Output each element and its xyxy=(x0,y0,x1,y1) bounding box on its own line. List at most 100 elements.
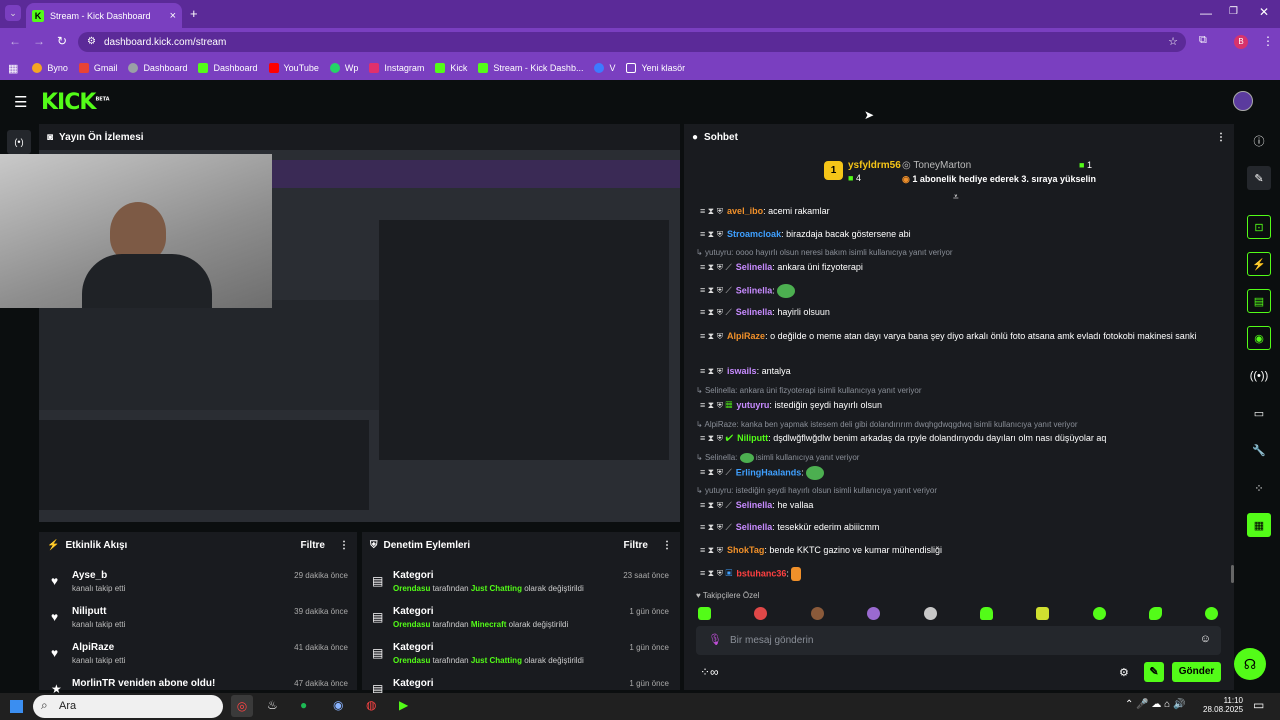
activity-item[interactable]: ♥ Ayse_b kanalı takip etti 29 dakika önce xyxy=(39,568,357,604)
spotify-app-icon[interactable]: ● xyxy=(300,698,307,712)
activity-filter-button[interactable]: Filtre xyxy=(301,540,325,551)
user-avatar[interactable] xyxy=(1233,91,1253,111)
bookmark-folder[interactable]: Yeni klasör xyxy=(626,63,685,73)
chat-scrollbar[interactable] xyxy=(1231,565,1234,583)
emote-7-icon[interactable] xyxy=(1036,607,1049,620)
stream-rail-icon[interactable]: (•) xyxy=(7,130,31,154)
minimize-icon[interactable]: — xyxy=(1200,6,1212,20)
monitor-rail-icon[interactable]: ▭ xyxy=(1247,401,1271,425)
streamer-face xyxy=(110,202,166,262)
hamburger-menu-icon[interactable]: ☰ xyxy=(14,93,27,111)
emote-4-icon[interactable] xyxy=(867,607,880,620)
activity-menu-icon[interactable]: ⋮ xyxy=(339,540,349,551)
chat-message[interactable]: ≡ ⧗ ⛨ ⟋ Selinella: ankara üni fizyoterapi xyxy=(700,262,1220,273)
close-window-icon[interactable]: ✕ xyxy=(1259,5,1269,19)
chat-message[interactable]: ≡ ⧗ ⛨ ⟋ ErlingHaalands: xyxy=(700,466,1220,480)
emote-1-icon[interactable] xyxy=(698,607,711,620)
emote-10-icon[interactable] xyxy=(1205,607,1218,620)
close-tab-icon[interactable]: × xyxy=(170,10,176,22)
kick-points-icon[interactable]: ⁘∞ xyxy=(700,665,719,679)
windows-start-icon[interactable] xyxy=(10,700,23,713)
chat-message[interactable]: ≡ ⧗ ⛨ avel_ibo: acemi rakamlar xyxy=(700,206,1220,217)
chat-message[interactable]: ≡ ⧗ ⛨ Stroamcloak: birazdaja bacak göster… xyxy=(700,229,1220,240)
active-tab[interactable]: K Stream - Kick Dashboard × xyxy=(26,3,182,28)
chat-message[interactable]: ≡ ⧗ ⛨ iswails: antalya xyxy=(700,366,1220,377)
taskbar-search[interactable]: ⌕ Ara xyxy=(33,695,223,718)
system-tray-icons[interactable]: ⌃ 🎤 ☁ ⌂ 🔊 xyxy=(1125,699,1185,710)
info-icon[interactable]: ⓘ xyxy=(1247,129,1271,153)
apps-grid-icon[interactable]: ▦ xyxy=(8,62,18,75)
bookmark-byno[interactable]: Byno xyxy=(32,63,68,73)
forward-icon[interactable]: → xyxy=(33,34,45,48)
bookmark-wp[interactable]: Wp xyxy=(329,63,358,73)
extensions-icon[interactable]: ⧉ xyxy=(1199,34,1207,47)
bookmark-v[interactable]: V xyxy=(594,63,615,73)
app-6-icon[interactable]: ▶ xyxy=(399,698,408,712)
activity-item[interactable]: ♥ Niliputt kanalı takip etti 39 dakika önce xyxy=(39,604,357,640)
lightning-rail-icon[interactable]: ⚡ xyxy=(1247,252,1271,276)
chat-menu-icon[interactable]: ⋮ xyxy=(1216,132,1226,143)
site-info-icon[interactable]: ⚙ xyxy=(87,36,96,47)
collapse-leaderboard-icon[interactable]: ⩡ xyxy=(953,192,959,203)
apps-rail-icon[interactable]: ⁘ xyxy=(1247,476,1271,500)
chat-rail-icon[interactable]: ◉ xyxy=(1247,326,1271,350)
notifications-icon[interactable]: ▭ xyxy=(1253,698,1264,712)
bookmark-youtube[interactable]: YouTube xyxy=(268,63,319,73)
bookmark-dashboard-2[interactable]: Dashboard xyxy=(198,63,258,73)
bookmark-stream-kick[interactable]: Stream - Kick Dashb... xyxy=(478,63,583,73)
clapper-rail-icon[interactable]: ▦ xyxy=(1247,513,1271,537)
chat-message[interactable]: ≡ ⧗ ⛨ ✔ Niliputt: dşdlwğflwğdlw benim ark… xyxy=(700,433,1220,444)
bookmark-dashboard-1[interactable]: Dashboard xyxy=(128,63,187,73)
gift-user[interactable]: ◎ ToneyMarton xyxy=(902,160,971,171)
app-5-icon[interactable]: ◍ xyxy=(366,698,376,712)
kick-logo[interactable]: KICKBETA xyxy=(41,90,110,115)
profile-avatar[interactable]: B xyxy=(1234,35,1248,49)
steam-app-icon[interactable]: ♨ xyxy=(267,698,278,712)
emote-9-icon[interactable] xyxy=(1149,607,1162,620)
emoji-picker-icon[interactable]: ☺ xyxy=(1200,633,1211,645)
broadcast-rail-icon[interactable]: ((•)) xyxy=(1247,364,1271,388)
chat-message[interactable]: ≡ ⧗ ⛨ ▦ yutuyru: istediğin şeydi hayırlı … xyxy=(700,400,1220,411)
restore-icon[interactable]: ❐ xyxy=(1229,6,1238,17)
activity-item[interactable]: ♥ AlpiRaze kanalı takip etti 41 dakika önce xyxy=(39,640,357,676)
edit-stream-icon[interactable]: ✎ xyxy=(1247,166,1271,190)
moderation-menu-icon[interactable]: ⋮ xyxy=(662,540,672,551)
microphone-icon[interactable]: 🎙 xyxy=(708,633,722,646)
tab-search-icon[interactable]: ⌄ xyxy=(5,5,21,21)
kick-bot-icon[interactable]: ✎ xyxy=(1144,662,1164,682)
top-gifter-name[interactable]: ysfyldrm56 xyxy=(848,160,901,171)
back-icon[interactable]: ← xyxy=(9,34,21,48)
emote-6-icon[interactable] xyxy=(980,607,993,620)
emote-3-icon[interactable] xyxy=(811,607,824,620)
gift-prompt[interactable]: ◉ 1 abonelik hediye ederek 3. sıraya yük… xyxy=(902,174,1096,185)
emote-2-icon[interactable] xyxy=(754,607,767,620)
support-headset-icon[interactable]: ☊ xyxy=(1234,648,1266,680)
emote-5-icon[interactable] xyxy=(924,607,937,620)
chat-input-box[interactable]: 🎙 Bir mesaj gönderin ☺ xyxy=(696,626,1221,655)
send-button[interactable]: Gönder xyxy=(1172,662,1221,682)
bookmark-kick[interactable]: Kick xyxy=(435,63,467,73)
chat-message[interactable]: ≡ ⧗ ⛨ ⟋ Selinella: hayirli olsuun xyxy=(700,307,1220,318)
wrench-rail-icon[interactable]: 🔧 xyxy=(1247,438,1271,462)
emote-8-icon[interactable] xyxy=(1093,607,1106,620)
chat-message[interactable]: ≡ ⧗ ⛨ AlpiRaze: o değilde o meme atan day… xyxy=(700,330,1220,343)
chrome-app-icon[interactable]: ◎ xyxy=(231,695,253,717)
address-bar[interactable]: ⚙ dashboard.kick.com/stream ☆ xyxy=(78,32,1186,52)
chat-settings-icon[interactable]: ⚙ xyxy=(1119,666,1129,679)
moderation-filter-button[interactable]: Filtre xyxy=(624,540,648,551)
chat-message[interactable]: ≡ ⧗ ⛨ ▣ bstuhanc36: xyxy=(700,567,1220,581)
bookmark-gmail[interactable]: Gmail xyxy=(78,63,117,73)
document-rail-icon[interactable]: ▤ xyxy=(1247,289,1271,313)
clock[interactable]: 11:10 28.08.2025 xyxy=(1203,696,1243,714)
target-rail-icon[interactable]: ⊡ xyxy=(1247,215,1271,239)
bookmark-instagram[interactable]: Instagram xyxy=(369,63,424,73)
browser-menu-icon[interactable]: ⋮ xyxy=(1262,34,1274,48)
obs-app-icon[interactable]: ◉ xyxy=(333,698,343,712)
chat-message[interactable]: ≡ ⧗ ⛨ ⟋ Selinella: tesekkür ederim abiiic… xyxy=(700,522,1220,533)
bookmark-star-icon[interactable]: ☆ xyxy=(1168,35,1178,48)
chat-message[interactable]: ≡ ⧗ ⛨ ⟋ Selinella: xyxy=(700,284,1220,298)
chat-message[interactable]: ≡ ⧗ ⛨ ⟋ Selinella: he vallaa xyxy=(700,500,1220,511)
reload-icon[interactable]: ↻ xyxy=(57,34,67,48)
chat-message[interactable]: ≡ ⧗ ⛨ ShokTag: bende KKTC gazino ve kumar… xyxy=(700,545,1220,556)
new-tab-icon[interactable]: + xyxy=(190,6,198,21)
